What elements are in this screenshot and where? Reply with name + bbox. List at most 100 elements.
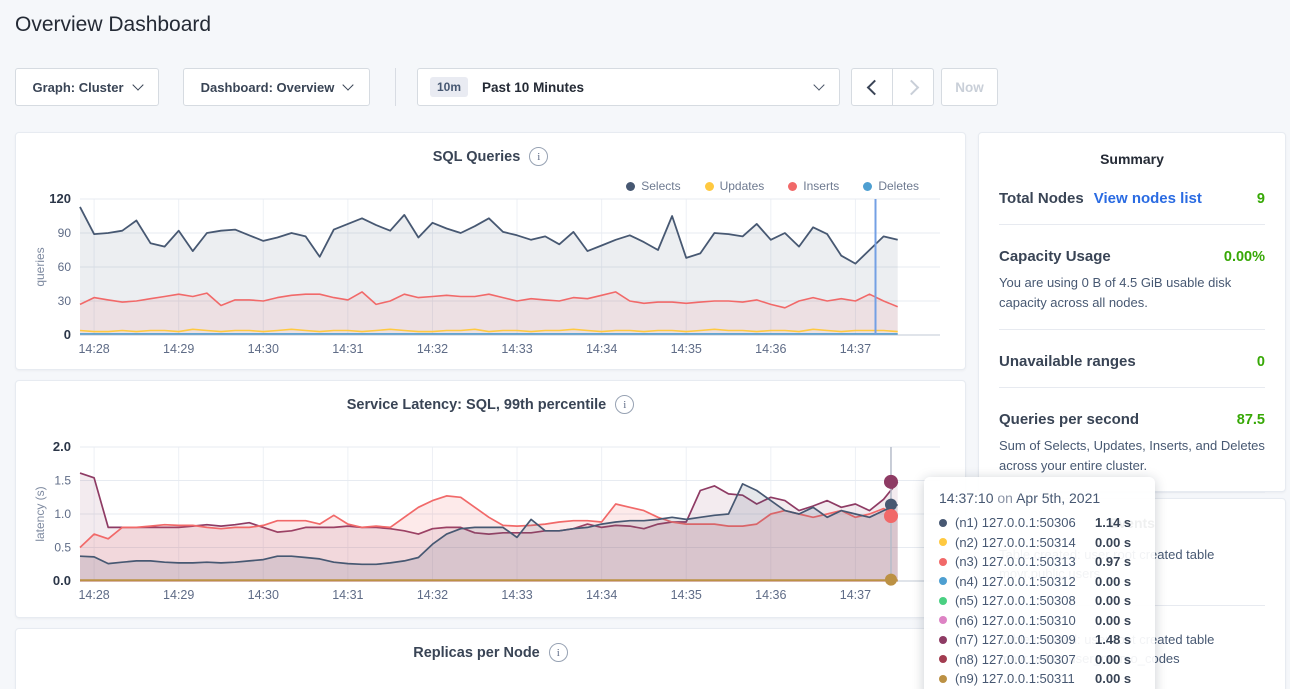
- y-tick-label: 0: [64, 327, 71, 342]
- tooltip-row: (n3) 127.0.0.1:50313 0.97 s: [939, 552, 1140, 572]
- tooltip-node-address: (n5) 127.0.0.1:50308: [955, 593, 1087, 608]
- time-range-badge: 10m: [430, 77, 468, 97]
- x-tick-label: 14:34: [586, 588, 617, 602]
- hover-point: [885, 574, 897, 586]
- tooltip-node-latency: 0.00 s: [1095, 593, 1131, 608]
- graph-dropdown[interactable]: Graph: Cluster: [15, 68, 159, 106]
- latency-card: Service Latency: SQL, 99th percentile i …: [15, 380, 966, 618]
- x-tick-label: 14:29: [163, 588, 194, 602]
- time-next-button[interactable]: [893, 69, 933, 105]
- node-color-dot: [939, 538, 947, 546]
- info-icon[interactable]: i: [615, 395, 634, 414]
- time-prev-button[interactable]: [852, 69, 893, 105]
- legend-dot: [788, 182, 797, 191]
- tooltip-node-latency: 0.00 s: [1095, 535, 1131, 550]
- x-tick-label: 14:36: [755, 588, 786, 602]
- legend-dot: [626, 182, 635, 191]
- sql-queries-card: SQL Queries i Selects Updates Inserts Delet…: [15, 132, 966, 370]
- tooltip-node-address: (n9) 127.0.0.1:50311: [955, 671, 1087, 686]
- tooltip-row: (n5) 127.0.0.1:50308 0.00 s: [939, 591, 1140, 611]
- latency-plot[interactable]: 14:2814:2914:3014:3114:3214:3314:3414:35…: [16, 431, 967, 611]
- y-tick-label: 0.5: [54, 541, 71, 555]
- summary-title: Summary: [979, 151, 1285, 167]
- tooltip-node-latency: 0.97 s: [1095, 554, 1131, 569]
- node-color-dot: [939, 577, 947, 585]
- node-color-dot: [939, 616, 947, 624]
- page-title: Overview Dashboard: [15, 13, 211, 37]
- tooltip-node-address: (n6) 127.0.0.1:50310: [955, 613, 1087, 628]
- tooltip-node-latency: 0.00 s: [1095, 671, 1131, 686]
- tooltip-node-address: (n3) 127.0.0.1:50313: [955, 554, 1087, 569]
- now-button[interactable]: Now: [941, 68, 998, 106]
- x-tick-label: 14:28: [78, 588, 109, 602]
- qps-desc: Sum of Selects, Updates, Inserts, and De…: [999, 436, 1265, 475]
- time-nav-group: [851, 68, 934, 106]
- legend-label: Inserts: [803, 179, 839, 193]
- x-tick-label: 14:31: [332, 588, 363, 602]
- time-range-dropdown[interactable]: 10m Past 10 Minutes: [417, 68, 840, 106]
- tooltip-row: (n2) 127.0.0.1:50314 0.00 s: [939, 533, 1140, 553]
- tooltip-node-latency: 0.00 s: [1095, 574, 1131, 589]
- y-tick-label: 2.0: [53, 439, 71, 454]
- toolbar-divider: [395, 68, 396, 106]
- legend-label: Updates: [720, 179, 765, 193]
- unavailable-ranges-label: Unavailable ranges: [999, 353, 1136, 370]
- x-tick-label: 14:33: [501, 342, 532, 356]
- tooltip-node-latency: 1.48 s: [1095, 632, 1131, 647]
- summary-row-unavailable: Unavailable ranges 0: [999, 336, 1265, 388]
- unavailable-ranges-value: 0: [1257, 354, 1265, 370]
- y-tick-label: 120: [49, 193, 71, 206]
- legend-dot: [705, 182, 714, 191]
- chevron-down-icon: [343, 79, 354, 90]
- node-color-dot: [939, 675, 947, 683]
- sql-queries-title: SQL Queries: [433, 149, 521, 165]
- legend-item-inserts[interactable]: Inserts: [788, 179, 839, 193]
- legend-item-selects[interactable]: Selects: [626, 179, 680, 193]
- legend-dot: [863, 182, 872, 191]
- x-tick-label: 14:30: [248, 588, 279, 602]
- legend-item-deletes[interactable]: Deletes: [863, 179, 919, 193]
- x-tick-label: 14:33: [501, 588, 532, 602]
- x-tick-label: 14:36: [755, 342, 786, 356]
- x-tick-label: 14:31: [332, 342, 363, 356]
- y-tick-label: 1.5: [54, 474, 71, 488]
- chevron-left-icon: [866, 79, 882, 95]
- tooltip-node-address: (n8) 127.0.0.1:50307: [955, 652, 1087, 667]
- total-nodes-value: 9: [1257, 191, 1265, 207]
- x-tick-label: 14:29: [163, 342, 194, 356]
- tooltip-node-address: (n7) 127.0.0.1:50309: [955, 632, 1087, 647]
- capacity-usage-label: Capacity Usage: [999, 248, 1111, 265]
- capacity-usage-desc: You are using 0 B of 4.5 GiB usable disk…: [999, 273, 1265, 312]
- chart-tooltip: 14:37:10 on Apr 5th, 2021 (n1) 127.0.0.1…: [924, 477, 1155, 689]
- replicas-title: Replicas per Node: [413, 645, 540, 661]
- summary-row-capacity: Capacity Usage 0.00% You are using 0 B o…: [999, 231, 1265, 330]
- time-range-label: Past 10 Minutes: [482, 80, 815, 95]
- legend-item-updates[interactable]: Updates: [705, 179, 765, 193]
- node-color-dot: [939, 519, 947, 527]
- overview-dashboard-page: Overview Dashboard Graph: Cluster Dashbo…: [0, 0, 1290, 689]
- tooltip-node-latency: 0.00 s: [1095, 652, 1131, 667]
- tooltip-row: (n6) 127.0.0.1:503100.00 s: [939, 611, 1140, 631]
- tooltip-row: (n9) 127.0.0.1:50311 0.00 s: [939, 669, 1140, 689]
- node-color-dot: [939, 558, 947, 566]
- tooltip-row: (n7) 127.0.0.1:50309 1.48 s: [939, 630, 1140, 650]
- sql-queries-plot[interactable]: 14:2814:2914:3014:3114:3214:3314:3414:35…: [16, 193, 967, 367]
- hover-point: [884, 509, 898, 523]
- legend-label: Deletes: [878, 179, 919, 193]
- replicas-card: Replicas per Node i: [15, 628, 966, 689]
- dashboard-dropdown[interactable]: Dashboard: Overview: [183, 68, 370, 106]
- y-tick-label: 1.0: [54, 507, 71, 521]
- view-nodes-list-link[interactable]: View nodes list: [1094, 190, 1202, 207]
- x-tick-label: 14:35: [671, 342, 702, 356]
- info-icon[interactable]: i: [549, 643, 568, 662]
- tooltip-node-address: (n2) 127.0.0.1:50314: [955, 535, 1087, 550]
- chevron-right-icon: [903, 79, 919, 95]
- hover-point: [885, 499, 897, 511]
- dashboard-dropdown-label: Dashboard: Overview: [201, 80, 335, 95]
- tooltip-row: (n8) 127.0.0.1:50307 0.00 s: [939, 650, 1140, 670]
- capacity-usage-value: 0.00%: [1224, 249, 1265, 265]
- legend-label: Selects: [641, 179, 680, 193]
- x-tick-label: 14:37: [840, 588, 871, 602]
- tooltip-node-address: (n4) 127.0.0.1:50312: [955, 574, 1087, 589]
- info-icon[interactable]: i: [529, 147, 548, 166]
